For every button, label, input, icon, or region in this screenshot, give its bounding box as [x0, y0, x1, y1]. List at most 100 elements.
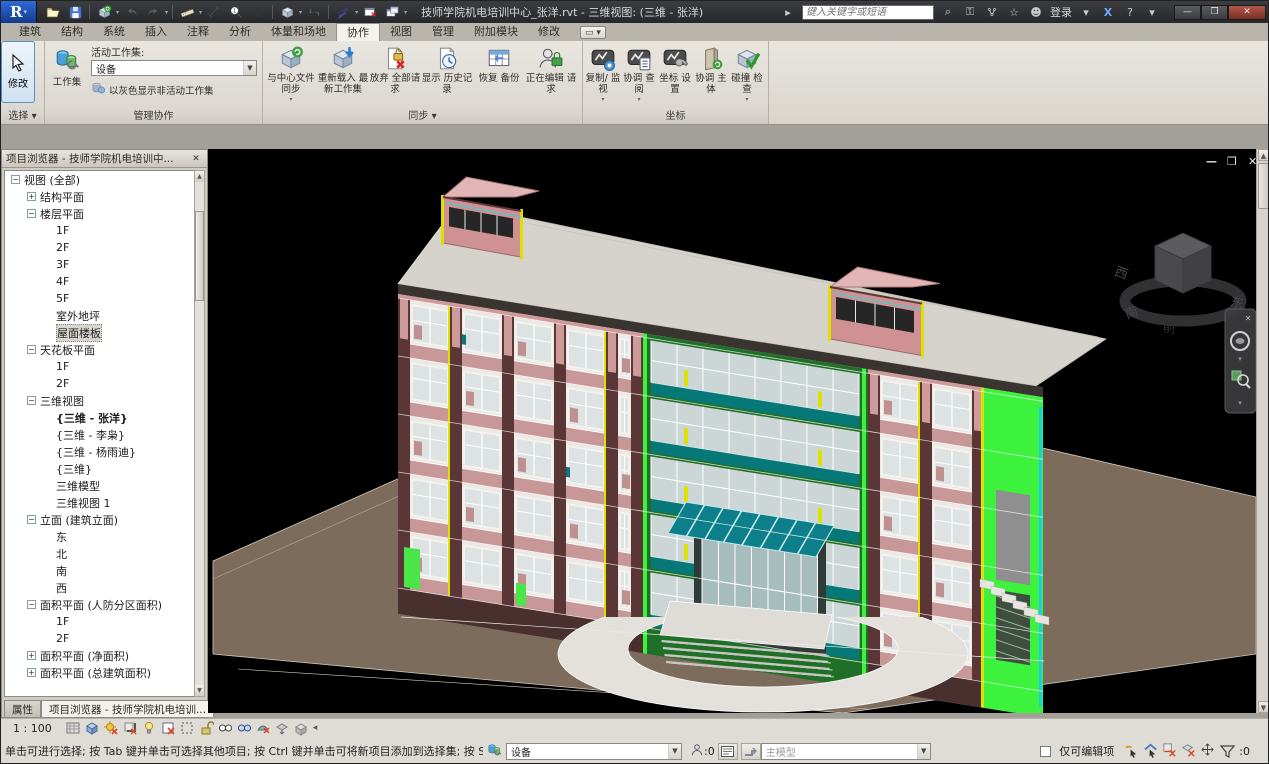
synchronize-panel-label[interactable]: 同步 ▾	[263, 109, 582, 124]
text-icon[interactable]: A	[248, 3, 268, 21]
coordination-review-button[interactable]: 协调 查阅▾	[621, 42, 657, 108]
communication-center-icon[interactable]: 🜉	[984, 1, 1000, 23]
default-3d-view-icon[interactable]	[277, 3, 297, 21]
tree-item[interactable]: −三维视图	[5, 392, 195, 409]
tree-item[interactable]: 1F	[5, 613, 195, 630]
vcb-collapse-icon[interactable]: ◂	[313, 723, 318, 733]
ribbon-display-toggle-icon[interactable]: ▭ ▾	[580, 26, 606, 39]
ribbon-tab-系统[interactable]: 系统	[93, 23, 135, 41]
close-button[interactable]: ✕	[1228, 5, 1266, 20]
scroll-up-icon[interactable]: ▲	[195, 171, 204, 182]
measure-icon[interactable]	[177, 3, 197, 21]
aligned-dimension-icon[interactable]	[204, 3, 224, 21]
measure-dropdown-icon[interactable]: ▾	[199, 9, 202, 16]
artificial-lights-icon[interactable]	[141, 721, 158, 736]
add-to-design-option-button[interactable]	[741, 743, 761, 760]
redo-icon[interactable]	[143, 3, 163, 21]
relinquish-all-button[interactable]: 放弃 全部请求	[369, 42, 421, 108]
gray-inactive-worksets-icon[interactable]	[91, 80, 106, 99]
ribbon-tab-附加模块[interactable]: 附加模块	[464, 23, 528, 41]
copy-monitor-button[interactable]: 复制/ 监视▾	[585, 42, 621, 108]
visual-style-icon[interactable]	[84, 721, 101, 736]
tree-item[interactable]: −天花板平面	[5, 341, 195, 358]
help-icon[interactable]: ?	[1122, 6, 1138, 19]
tree-item[interactable]: 2F	[5, 630, 195, 647]
tag-by-category-icon[interactable]: 1	[226, 3, 246, 21]
reveal-hidden-elements-icon[interactable]	[217, 721, 234, 736]
project-browser-header[interactable]: 项目浏览器 - 技师学院机电培训中... ✕	[2, 150, 207, 168]
worksets-status-icon[interactable]	[487, 742, 502, 760]
tree-item[interactable]: −面积平面 (人防分区面积)	[5, 596, 195, 613]
ribbon-tab-协作[interactable]: 协作	[336, 23, 380, 41]
sync-central-button[interactable]: 与中心文件 同步▾	[265, 42, 317, 108]
tree-item[interactable]: +结构平面	[5, 188, 195, 205]
select-links-toggle-icon[interactable]	[1124, 742, 1140, 761]
ribbon-tab-视图[interactable]: 视图	[380, 23, 422, 41]
view-close-icon[interactable]: ✕	[1248, 155, 1256, 168]
close-hidden-windows-icon[interactable]	[360, 3, 380, 21]
worksets-button[interactable]: 工作集	[47, 42, 87, 108]
sync-with-central-dropdown-icon[interactable]: ▾	[116, 9, 119, 16]
switch-windows-icon[interactable]	[382, 3, 402, 21]
ribbon-tab-插入[interactable]: 插入	[135, 23, 177, 41]
tree-item[interactable]: −视图 (全部)	[5, 171, 195, 188]
tree-toggle-icon[interactable]: +	[27, 192, 36, 201]
tree-item[interactable]: 东	[5, 528, 195, 545]
project-browser-close-icon[interactable]: ✕	[189, 154, 203, 164]
search-input[interactable]	[802, 5, 934, 20]
tree-item[interactable]: {三维 - 李枭}	[5, 426, 195, 443]
default-3d-view-dropdown-icon[interactable]: ▾	[299, 9, 302, 16]
infocenter-expand-icon[interactable]: ▸	[780, 6, 796, 19]
coordinate-settings-button[interactable]: 坐标 设置	[657, 42, 693, 108]
navigation-bar[interactable]: ✕▾▾	[1225, 309, 1256, 413]
tree-item[interactable]: +面积平面 (净面积)	[5, 647, 195, 664]
modify-button[interactable]: 修改	[1, 41, 35, 103]
tree-toggle-icon[interactable]: −	[27, 600, 36, 609]
subscription-key-icon[interactable]: ⚿	[962, 5, 978, 19]
temporary-view-properties-icon[interactable]	[293, 721, 310, 736]
tree-item[interactable]: 5F	[5, 290, 195, 307]
temporary-hide-isolate-icon[interactable]	[236, 721, 253, 736]
restore-backup-button[interactable]: 恢复 备份	[473, 42, 525, 108]
tree-item[interactable]: +面积平面 (总建筑面积)	[5, 664, 195, 681]
coordination-host-button[interactable]: 协调 主体	[693, 42, 729, 108]
displace-elements-icon[interactable]	[274, 721, 291, 736]
interference-check-button[interactable]: 碰撞 检查▾	[729, 42, 765, 108]
sync-with-central-icon[interactable]	[94, 3, 114, 21]
tree-item[interactable]: 北	[5, 545, 195, 562]
thin-lines-dropdown-icon[interactable]: ▾	[355, 9, 358, 16]
shadows-icon[interactable]	[122, 721, 139, 736]
tree-item[interactable]: 1F	[5, 222, 195, 239]
restore-button[interactable]: ❐	[1201, 5, 1228, 20]
viewcube-front-label[interactable]: 前	[1162, 318, 1175, 337]
select-pinned-toggle-icon[interactable]	[1162, 742, 1178, 761]
switch-windows-dropdown-icon[interactable]: ▾	[404, 9, 407, 16]
ribbon-tab-结构[interactable]: 结构	[51, 23, 93, 41]
tree-toggle-icon[interactable]: −	[27, 396, 36, 405]
filter-icon[interactable]	[1220, 745, 1235, 758]
project-browser-scrollbar[interactable]: ▲ ▼	[194, 170, 205, 697]
ribbon-tab-注释[interactable]: 注释	[177, 23, 219, 41]
ribbon-tab-分析[interactable]: 分析	[219, 23, 261, 41]
tree-item[interactable]: 1F	[5, 358, 195, 375]
active-workset-status-combobox[interactable]: 设备▼	[506, 743, 682, 760]
gray-inactive-worksets-label[interactable]: 以灰色显示非活动工作集	[109, 83, 214, 97]
3d-view-scene[interactable]: 南东西前✕▾▾—❐✕	[208, 149, 1256, 713]
scale-button[interactable]: 1 : 100	[9, 721, 56, 736]
ribbon-tab-修改[interactable]: 修改	[528, 23, 570, 41]
scroll-down-icon[interactable]: ▼	[195, 685, 204, 696]
select-by-face-toggle-icon[interactable]	[1181, 742, 1197, 761]
tree-item[interactable]: 室外地坪	[5, 307, 195, 324]
drag-on-selection-icon[interactable]	[1200, 742, 1216, 761]
navbar-zoom-dropdown-icon[interactable]: ▾	[1238, 399, 1242, 407]
editing-requests-button[interactable]: 正在编辑 请求	[525, 42, 577, 108]
tree-item[interactable]: 2F	[5, 239, 195, 256]
editable-only-checkbox[interactable]	[1040, 746, 1051, 757]
tree-toggle-icon[interactable]: −	[27, 345, 36, 354]
help-dropdown-icon[interactable]: ▾	[1144, 6, 1160, 19]
minimize-button[interactable]: —	[1174, 5, 1201, 20]
user-icon[interactable]: ☻	[1028, 6, 1044, 19]
properties-palette-tab[interactable]: 属性	[4, 700, 41, 717]
section-icon[interactable]	[304, 3, 324, 21]
open-icon[interactable]	[43, 3, 63, 21]
